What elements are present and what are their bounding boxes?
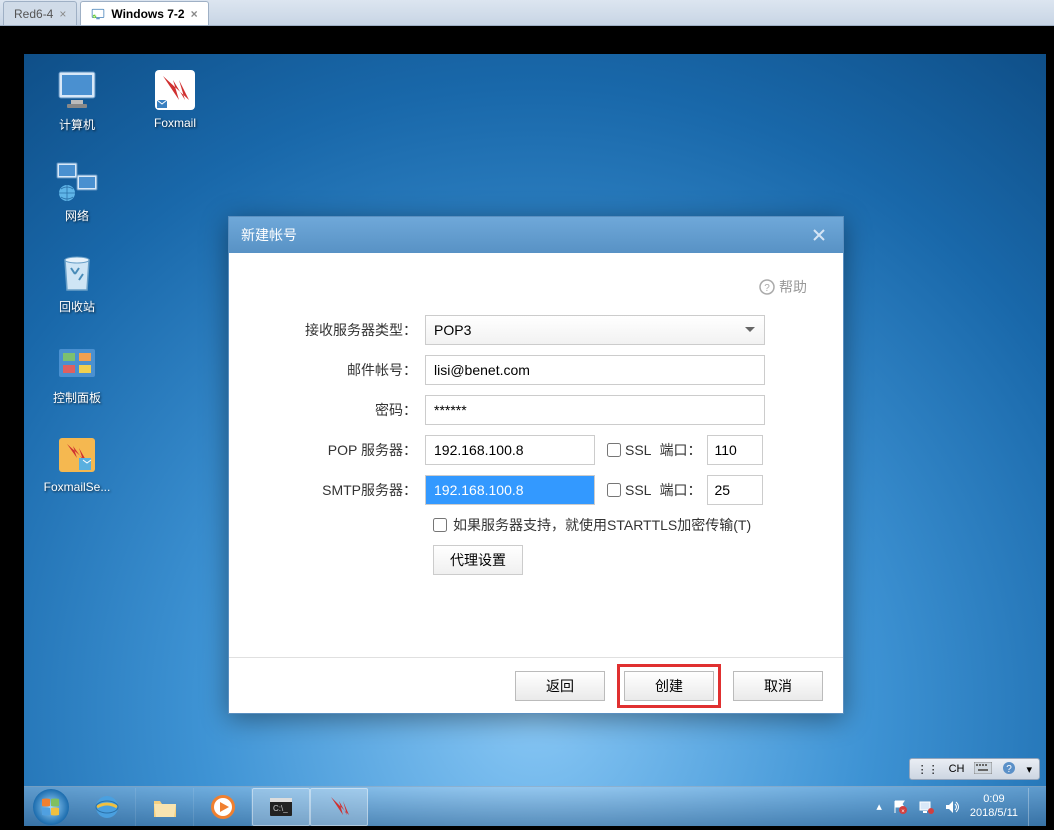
- password-label: 密码：: [265, 400, 425, 420]
- windows-logo-icon: [32, 788, 70, 826]
- svg-text:C:\_: C:\_: [273, 804, 288, 813]
- pop-port-label: 端口：: [659, 440, 701, 460]
- close-icon[interactable]: [807, 223, 831, 247]
- desktop-wrapper: 计算机 网络 回收站 控制面板 FoxmailSe... Foxmail: [0, 26, 1054, 830]
- desktop-icon-label: 网络: [65, 207, 89, 224]
- volume-icon[interactable]: [944, 799, 960, 815]
- vm-tab-red64[interactable]: Red6-4 ×: [3, 1, 77, 25]
- folder-icon: [151, 793, 179, 821]
- desktop-icon-label: 计算机: [59, 116, 95, 133]
- flag-icon[interactable]: ×: [892, 799, 908, 815]
- password-input[interactable]: [425, 395, 765, 425]
- desktop[interactable]: 计算机 网络 回收站 控制面板 FoxmailSe... Foxmail: [24, 54, 1046, 826]
- vm-tab-bar: Red6-4 × Windows 7-2 ×: [0, 0, 1054, 26]
- taskbar-ie[interactable]: [78, 788, 136, 826]
- svg-text:×: ×: [901, 809, 905, 815]
- keyboard-icon[interactable]: [971, 762, 995, 777]
- dialog-titlebar[interactable]: 新建帐号: [229, 217, 843, 253]
- create-button[interactable]: 创建: [624, 671, 714, 701]
- desktop-icon-label: 回收站: [59, 298, 95, 315]
- taskbar-explorer[interactable]: [136, 788, 194, 826]
- smtp-port-label: 端口：: [659, 480, 701, 500]
- taskbar-foxmail[interactable]: [310, 788, 368, 826]
- computer-icon: [53, 66, 101, 114]
- langbar-grip-icon[interactable]: ⋮⋮: [914, 763, 942, 776]
- recyclebin-icon: [53, 248, 101, 296]
- pop-ssl-checkbox[interactable]: SSL: [607, 442, 651, 458]
- proxy-settings-button[interactable]: 代理设置: [433, 545, 523, 575]
- smtp-ssl-check[interactable]: [607, 483, 621, 497]
- show-desktop-button[interactable]: [1028, 788, 1036, 826]
- taskbar: C:\_ ▴ × 0:09 2018/5/11: [24, 786, 1046, 826]
- back-button[interactable]: 返回: [515, 671, 605, 701]
- language-bar[interactable]: ⋮⋮ CH ? ▾: [909, 758, 1040, 780]
- pop-ssl-check[interactable]: [607, 443, 621, 457]
- foxmail-icon: [325, 793, 353, 821]
- close-icon[interactable]: ×: [191, 7, 198, 21]
- network-icon: [53, 157, 101, 205]
- smtp-port-input[interactable]: [707, 475, 763, 505]
- vm-tab-label: Windows 7-2: [111, 7, 184, 21]
- dialog-title-text: 新建帐号: [241, 225, 297, 245]
- cmd-icon: C:\_: [267, 793, 295, 821]
- tray-arrow-icon[interactable]: ▴: [876, 800, 882, 813]
- dialog-body: ? 帮助 接收服务器类型： POP3 邮件帐号：: [229, 253, 843, 591]
- starttls-checkbox[interactable]: [433, 518, 447, 532]
- close-icon[interactable]: ×: [59, 7, 66, 21]
- tray-clock[interactable]: 0:09 2018/5/11: [970, 793, 1018, 819]
- recv-type-label: 接收服务器类型：: [265, 320, 425, 340]
- dialog-footer: 返回 创建 取消: [229, 657, 843, 713]
- desktop-icon-label: FoxmailSe...: [44, 480, 111, 494]
- vm-tab-label: Red6-4: [14, 7, 53, 21]
- tray-time: 0:09: [970, 793, 1018, 806]
- desktop-icon-label: 控制面板: [53, 389, 101, 406]
- mediaplayer-icon: [209, 793, 237, 821]
- ie-icon: [93, 793, 121, 821]
- svg-text:?: ?: [1007, 764, 1013, 775]
- desktop-icon-computer[interactable]: 计算机: [36, 66, 118, 133]
- desktop-icon-recyclebin[interactable]: 回收站: [36, 248, 118, 315]
- help-label: 帮助: [779, 277, 807, 297]
- email-input[interactable]: [425, 355, 765, 385]
- vm-tab-windows7[interactable]: Windows 7-2 ×: [80, 1, 208, 25]
- new-account-dialog: 新建帐号 ? 帮助 接收服务器类型： POP3: [228, 216, 844, 714]
- tray-date: 2018/5/11: [970, 807, 1018, 820]
- desktop-icon-foxmailserver[interactable]: FoxmailSe...: [36, 430, 118, 494]
- pop-label: POP 服务器：: [265, 440, 425, 460]
- langbar-lang[interactable]: CH: [946, 763, 968, 775]
- taskbar-cmd[interactable]: C:\_: [252, 788, 310, 826]
- smtp-label: SMTP服务器：: [265, 480, 425, 500]
- desktop-icon-foxmail[interactable]: Foxmail: [134, 66, 216, 130]
- taskbar-mediaplayer[interactable]: [194, 788, 252, 826]
- create-button-highlight: 创建: [617, 664, 721, 708]
- pop-port-input[interactable]: [707, 435, 763, 465]
- email-label: 邮件帐号：: [265, 360, 425, 380]
- help-link[interactable]: ? 帮助: [759, 277, 807, 297]
- desktop-icon-label: Foxmail: [154, 116, 196, 130]
- start-button[interactable]: [24, 787, 78, 827]
- smtp-server-input[interactable]: [425, 475, 595, 505]
- controlpanel-icon: [53, 339, 101, 387]
- foxmail-icon: [151, 66, 199, 114]
- smtp-ssl-checkbox[interactable]: SSL: [607, 482, 651, 498]
- desktop-icon-network[interactable]: 网络: [36, 157, 118, 224]
- pop-server-input[interactable]: [425, 435, 595, 465]
- desktop-icons-col1: 计算机 网络 回收站 控制面板 FoxmailSe...: [36, 66, 118, 494]
- desktop-icon-controlpanel[interactable]: 控制面板: [36, 339, 118, 406]
- foxmailserver-icon: [53, 430, 101, 478]
- langbar-options-icon[interactable]: ▾: [1023, 763, 1035, 776]
- network-tray-icon[interactable]: [918, 799, 934, 815]
- system-tray: ▴ × 0:09 2018/5/11: [876, 788, 1046, 826]
- help-icon: ?: [759, 279, 775, 295]
- recv-type-select[interactable]: POP3: [425, 315, 765, 345]
- monitor-icon: [91, 7, 105, 21]
- cancel-button[interactable]: 取消: [733, 671, 823, 701]
- starttls-label: 如果服务器支持，就使用STARTTLS加密传输(T): [453, 515, 751, 535]
- svg-text:?: ?: [764, 283, 770, 294]
- langbar-help-icon[interactable]: ?: [999, 761, 1019, 778]
